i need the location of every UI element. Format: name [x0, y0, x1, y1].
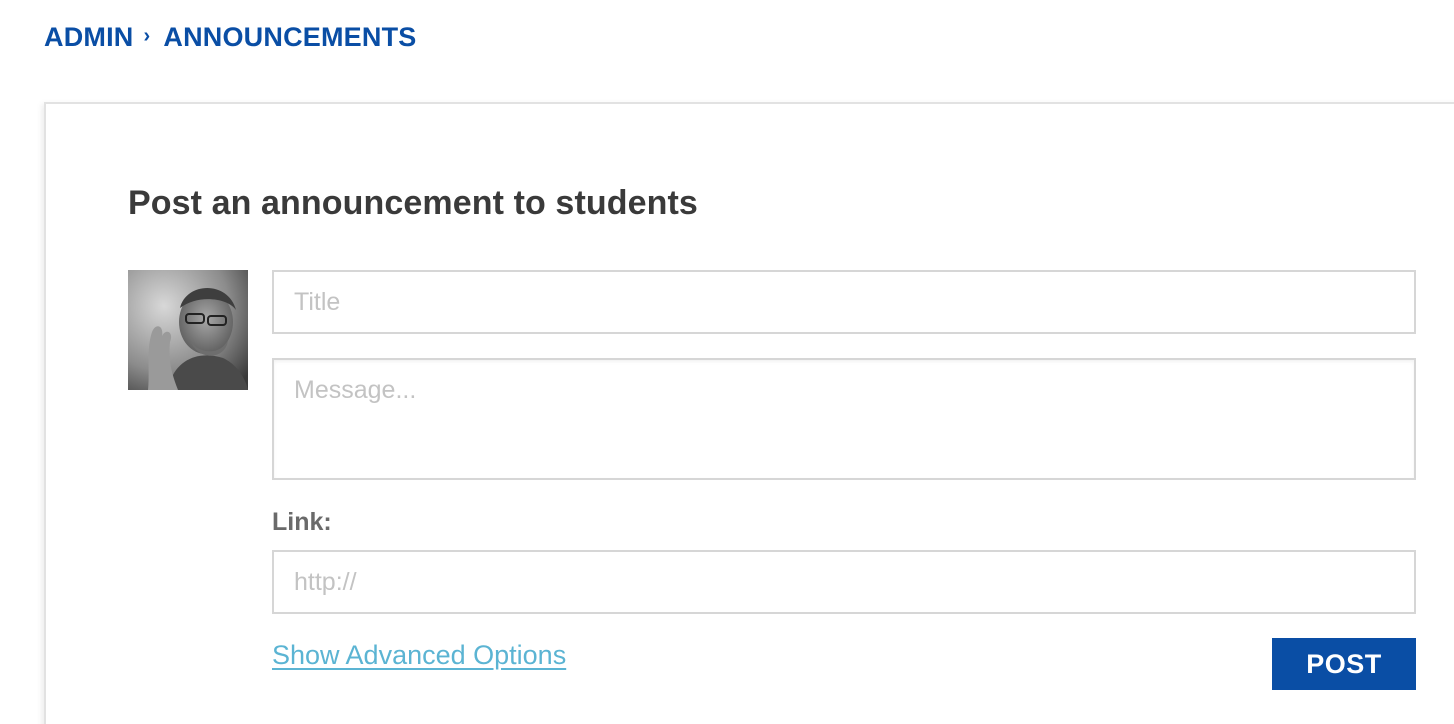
breadcrumb: ADMIN › ANNOUNCEMENTS	[44, 20, 416, 54]
breadcrumb-separator-icon: ›	[143, 24, 151, 47]
link-input[interactable]	[272, 550, 1416, 614]
form-heading: Post an announcement to students	[128, 184, 698, 222]
avatar-photo	[128, 270, 248, 390]
title-input[interactable]	[272, 270, 1416, 334]
show-advanced-options-link[interactable]: Show Advanced Options	[272, 640, 566, 671]
message-input[interactable]	[272, 358, 1416, 480]
avatar	[128, 270, 248, 390]
link-label: Link:	[272, 508, 332, 536]
breadcrumb-announcements-link[interactable]: ANNOUNCEMENTS	[163, 22, 416, 53]
announcement-form-panel: Post an announcement to students Title M…	[44, 102, 1454, 724]
post-button[interactable]: POST	[1272, 638, 1416, 690]
announcements-page: ADMIN › ANNOUNCEMENTS Post an announceme…	[0, 0, 1454, 724]
breadcrumb-admin-link[interactable]: ADMIN	[44, 22, 134, 53]
